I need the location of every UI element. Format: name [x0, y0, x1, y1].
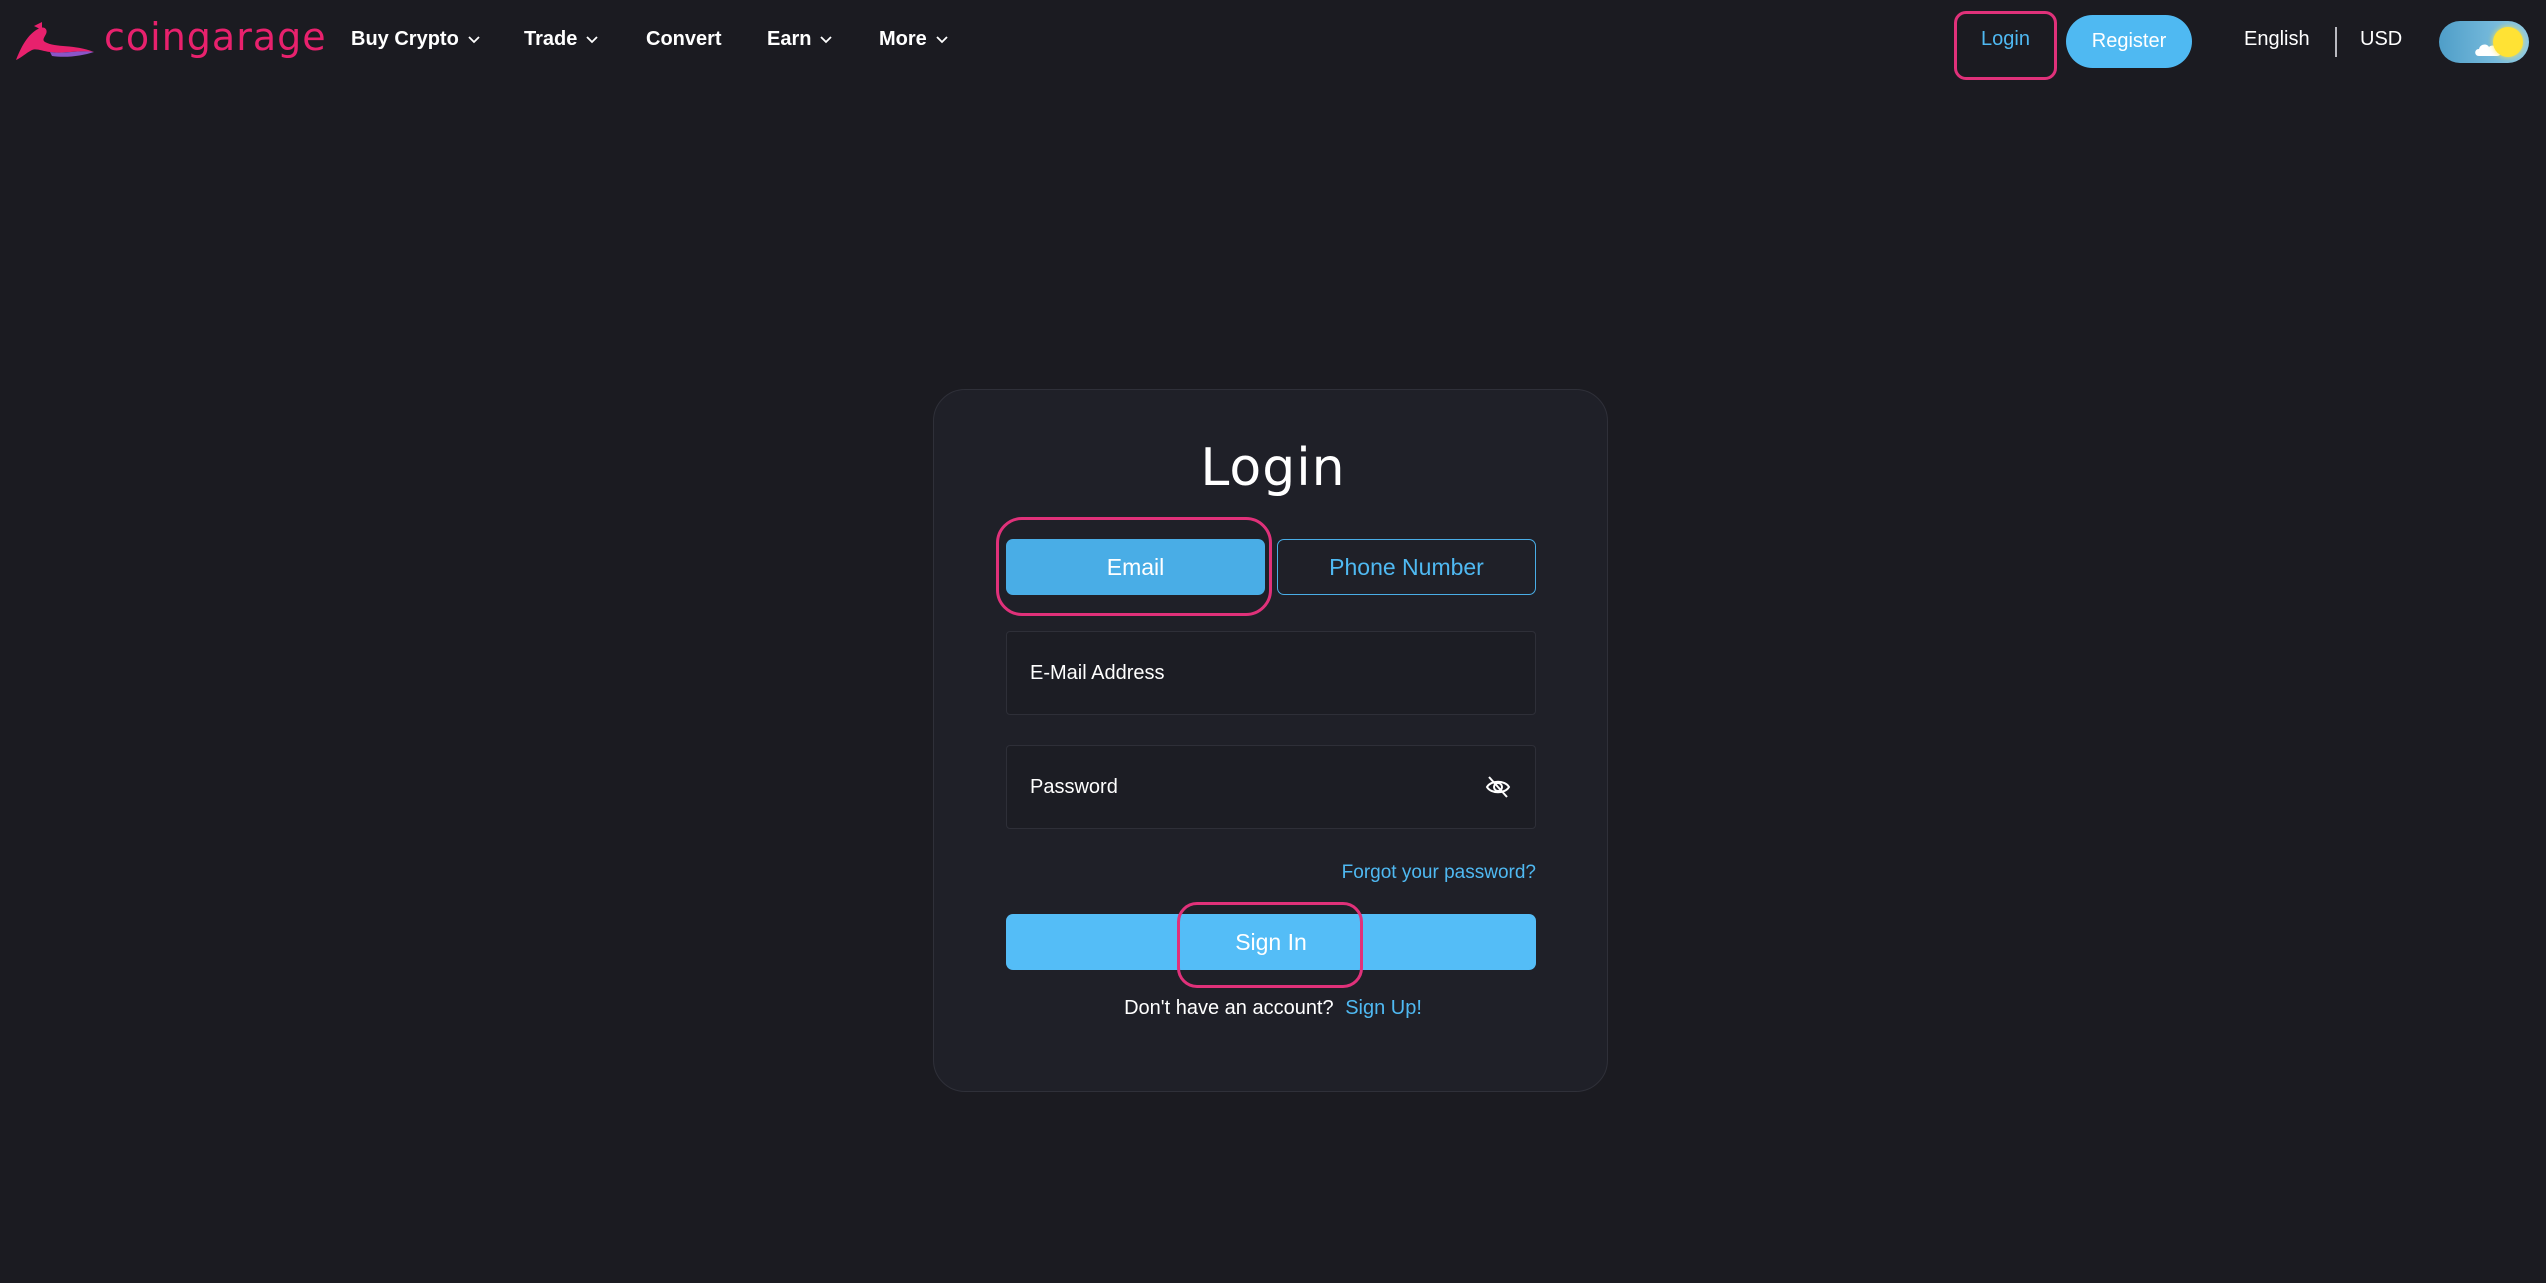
- nav-trade[interactable]: Trade: [524, 28, 598, 51]
- tab-email[interactable]: Email: [1006, 539, 1265, 595]
- sign-in-button[interactable]: Sign In: [1006, 914, 1536, 970]
- nav-earn[interactable]: Earn: [767, 28, 833, 51]
- sign-up-link[interactable]: Sign Up!: [1345, 997, 1422, 1019]
- eye-slash-icon[interactable]: [1485, 775, 1511, 799]
- nav-divider: [2335, 27, 2337, 57]
- nav-convert[interactable]: Convert: [646, 28, 722, 51]
- brand-logo[interactable]: coingarage: [12, 16, 327, 66]
- chevron-down-icon: [468, 35, 480, 43]
- tab-phone-number[interactable]: Phone Number: [1277, 539, 1536, 595]
- email-field-container: [1006, 631, 1536, 715]
- coingarage-logo-icon: [16, 22, 94, 61]
- forgot-password-link[interactable]: Forgot your password?: [1006, 862, 1536, 884]
- nav-earn-label: Earn: [767, 28, 812, 50]
- theme-toggle[interactable]: [2439, 21, 2529, 63]
- register-button[interactable]: Register: [2066, 15, 2192, 68]
- header-login-link[interactable]: Login: [1981, 28, 2030, 51]
- password-field[interactable]: [1007, 746, 1535, 828]
- nav-buy-crypto[interactable]: Buy Crypto: [351, 28, 480, 51]
- chevron-down-icon: [586, 35, 598, 43]
- signup-prompt: Don't have an account?: [1124, 997, 1334, 1019]
- currency-selector[interactable]: USD: [2360, 28, 2402, 51]
- sun-icon: [2493, 27, 2523, 57]
- login-title: Login: [1200, 438, 1346, 498]
- email-field[interactable]: [1007, 632, 1535, 714]
- nav-more[interactable]: More: [879, 28, 948, 51]
- chevron-down-icon: [936, 35, 948, 43]
- password-field-container: [1006, 745, 1536, 829]
- nav-convert-label: Convert: [646, 28, 722, 50]
- top-navigation: coingarage Buy Crypto Trade Convert Earn…: [0, 0, 2546, 82]
- signup-row: Don't have an account? Sign Up!: [0, 997, 2546, 1020]
- nav-buy-crypto-label: Buy Crypto: [351, 28, 459, 50]
- nav-more-label: More: [879, 28, 927, 50]
- chevron-down-icon: [820, 35, 833, 43]
- language-selector[interactable]: English: [2244, 28, 2310, 51]
- brand-name: coingarage: [104, 15, 327, 59]
- nav-trade-label: Trade: [524, 28, 578, 50]
- forgot-password-label: Forgot your password?: [1341, 862, 1536, 883]
